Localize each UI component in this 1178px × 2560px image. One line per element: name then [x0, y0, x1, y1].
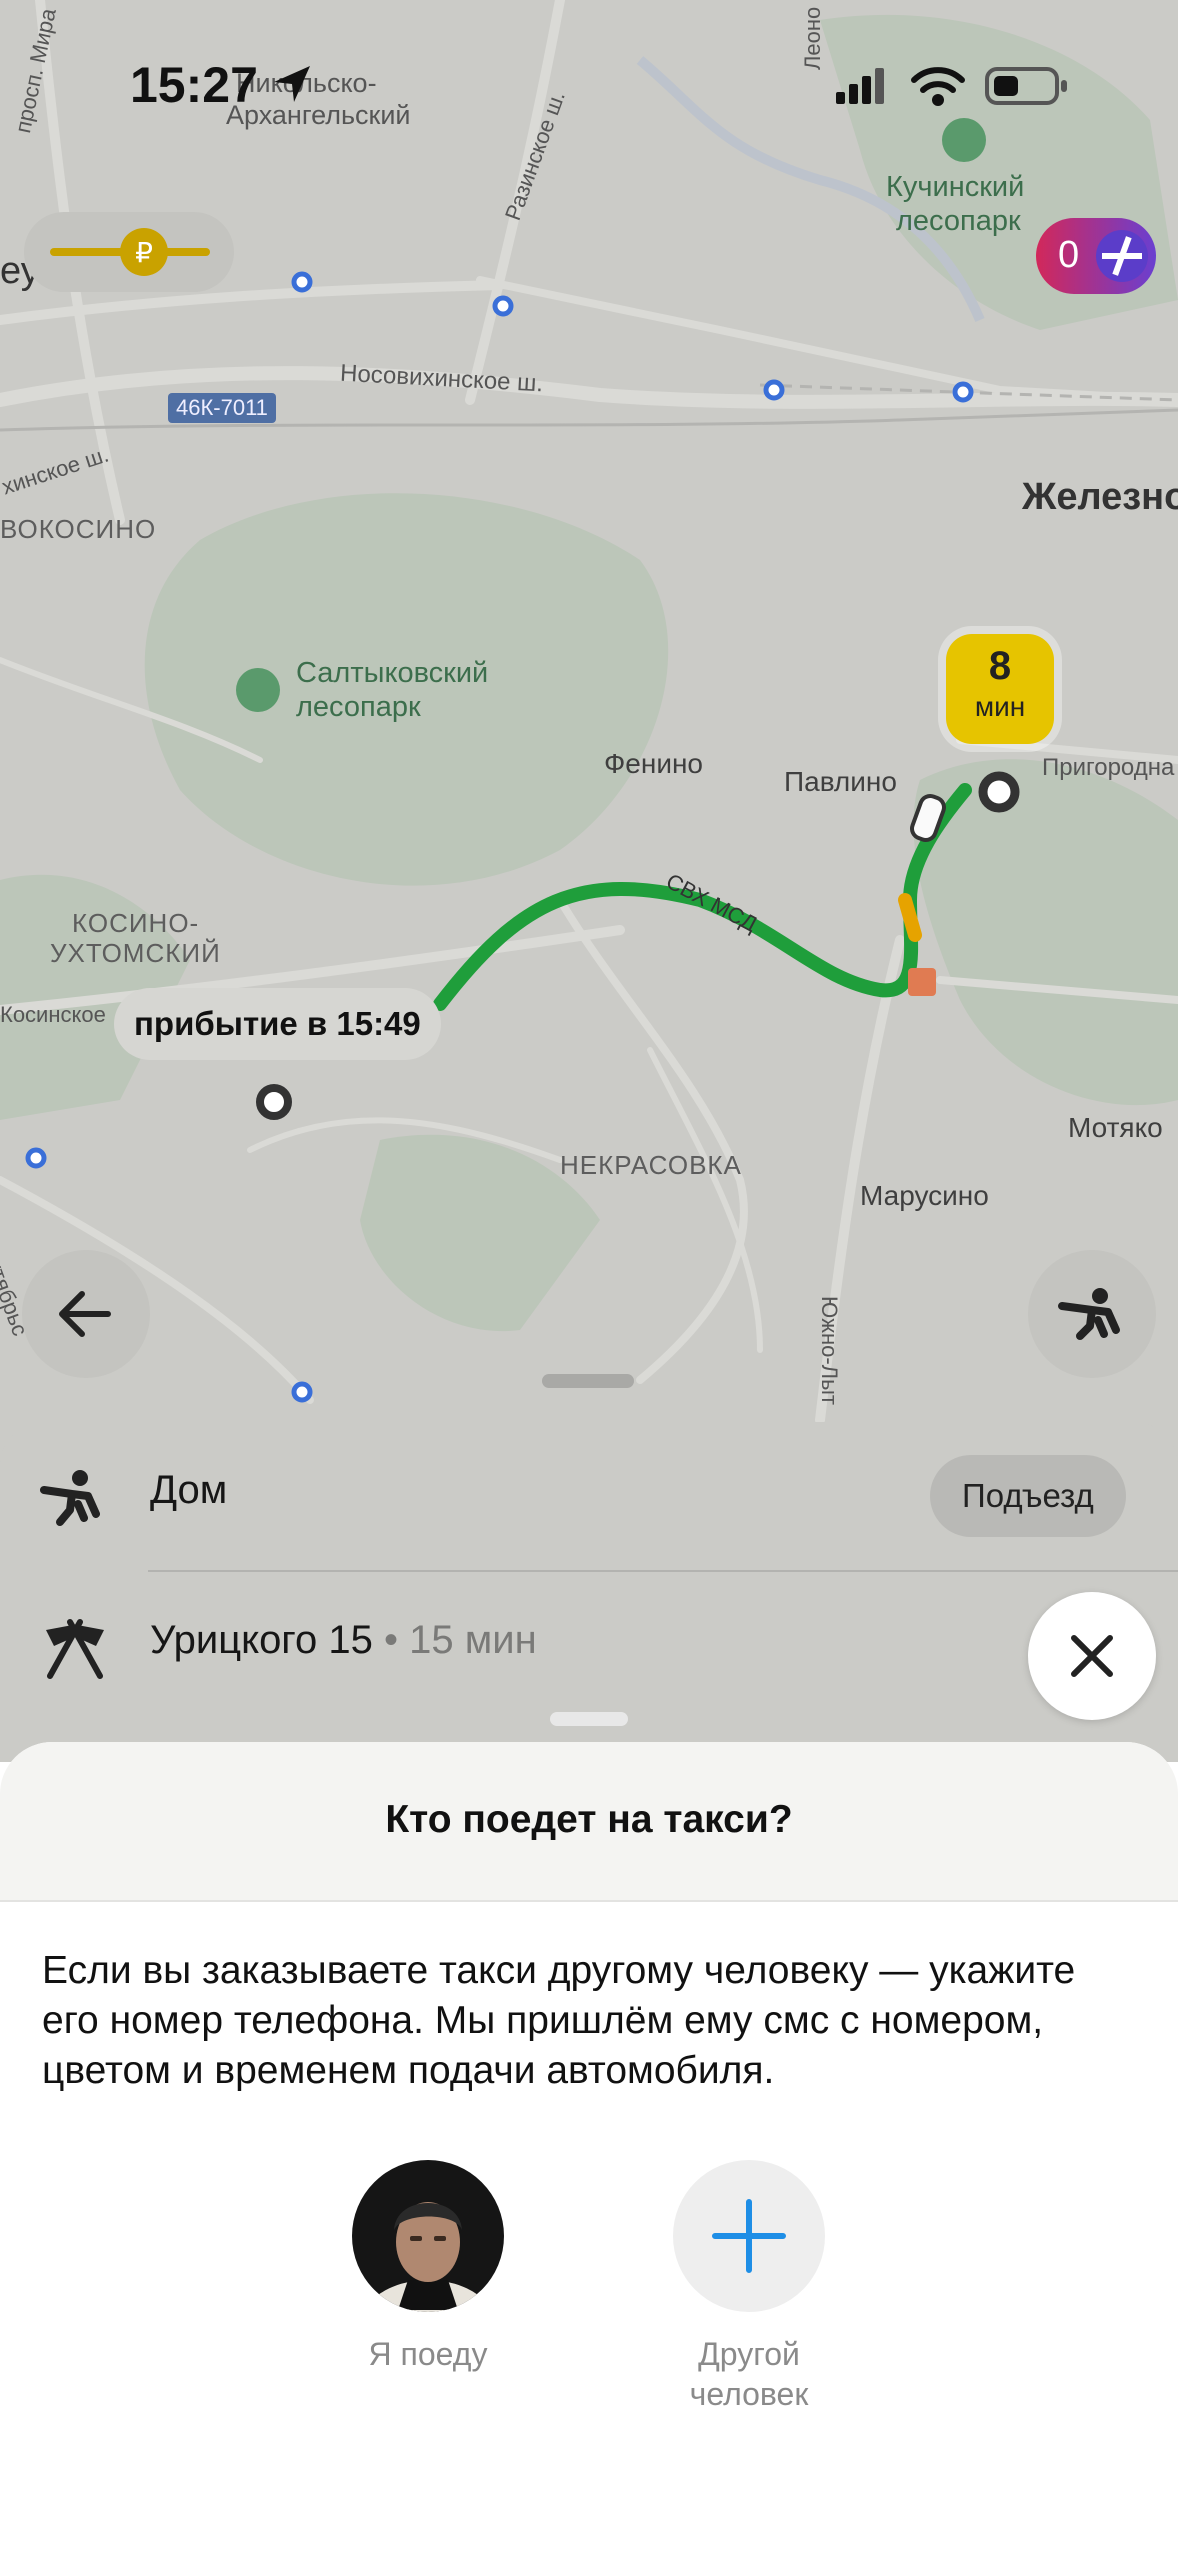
map-label: Южно-Лыт	[817, 1296, 842, 1405]
road-number-sign: 46К-7011	[168, 393, 276, 423]
sheet-description: Если вы заказываете такси другому челове…	[42, 1949, 1076, 2092]
parking-icon	[908, 968, 936, 996]
trip-duration: 15 мин	[409, 1618, 537, 1662]
map-label: Мотяко	[1068, 1112, 1163, 1143]
pickup-point-button[interactable]	[1028, 1250, 1156, 1378]
who-rides-sheet: Кто поедет на такси? Если вы заказываете…	[0, 1742, 1178, 2560]
cellular-signal-icon	[836, 68, 884, 104]
drag-handle[interactable]	[542, 1374, 634, 1388]
park-label: Салтыковский	[296, 657, 489, 689]
map-label: УХТОМСКИЙ	[50, 938, 221, 968]
destination-marker[interactable]	[256, 1084, 292, 1120]
plus-points-badge[interactable]: 0	[1036, 218, 1156, 294]
map-label: Павлино	[784, 766, 897, 797]
sheet-header: Кто поедет на такси?	[0, 1742, 1178, 1902]
park-label: Кучинский	[886, 171, 1025, 203]
cashback-icon: ₽	[50, 228, 210, 276]
arrow-left-icon	[59, 1291, 111, 1337]
map-label: Пригородна	[1042, 754, 1175, 781]
hailing-person-icon	[40, 1470, 100, 1526]
location-arrow-icon	[274, 66, 310, 102]
arrival-time-badge: прибытие в 15:49	[114, 988, 441, 1060]
option-label: Я поеду	[368, 2336, 488, 2372]
eta-minutes: 8	[988, 644, 1012, 688]
close-icon	[1071, 1635, 1113, 1677]
finish-flags-icon	[46, 1619, 104, 1679]
wifi-icon	[911, 67, 965, 106]
map-label: Железно	[1022, 476, 1178, 518]
route-destination[interactable]: Урицкого 15 • 15 мин	[150, 1618, 537, 1663]
park-label: лесопарк	[896, 205, 1021, 237]
avatar	[352, 2160, 504, 2312]
entrance-button[interactable]: Подъезд	[930, 1455, 1126, 1537]
option-me[interactable]: Я поеду	[303, 2160, 553, 2374]
route-origin[interactable]: Дом	[150, 1468, 227, 1513]
route-traffic-segment	[898, 893, 922, 942]
map-label: НЕКРАСОВКА	[560, 1150, 742, 1180]
park-label: лесопарк	[296, 691, 421, 723]
user-photo	[352, 2160, 504, 2312]
map-label: Марусино	[860, 1180, 989, 1211]
option-label: Другой человек	[689, 2336, 809, 2412]
add-person-circle	[673, 2160, 825, 2312]
sheet-drag-handle[interactable]	[550, 1712, 628, 1726]
plus-points-count: 0	[1058, 234, 1080, 276]
back-button[interactable]	[22, 1250, 150, 1378]
eta-unit: мин	[974, 691, 1026, 722]
map-label: КОСИНО-	[72, 908, 200, 938]
battery-icon	[985, 67, 1067, 105]
cashback-button[interactable]: ₽	[24, 212, 234, 292]
svg-text:₽: ₽	[135, 236, 153, 269]
separator-dot: •	[384, 1618, 399, 1662]
option-other-person[interactable]: Другой человек	[624, 2160, 874, 2414]
map-label: Косинское	[0, 1002, 106, 1027]
destination-address: Урицкого 15	[150, 1618, 373, 1662]
map-label: ВОКОСИНО	[0, 514, 157, 544]
hailing-person-icon	[1058, 1288, 1120, 1340]
status-time: 15:27	[130, 57, 258, 113]
close-button[interactable]	[1028, 1592, 1156, 1720]
map-label: Леоно	[800, 6, 825, 70]
plus-icon	[712, 2199, 786, 2273]
map-label: Фенино	[604, 748, 703, 779]
divider	[148, 1570, 1178, 1572]
plus-icon	[1096, 230, 1148, 282]
eta-badge: 8 мин	[946, 634, 1054, 744]
pickup-marker[interactable]	[978, 771, 1020, 813]
sheet-title: Кто поедет на такси?	[385, 1798, 793, 1841]
